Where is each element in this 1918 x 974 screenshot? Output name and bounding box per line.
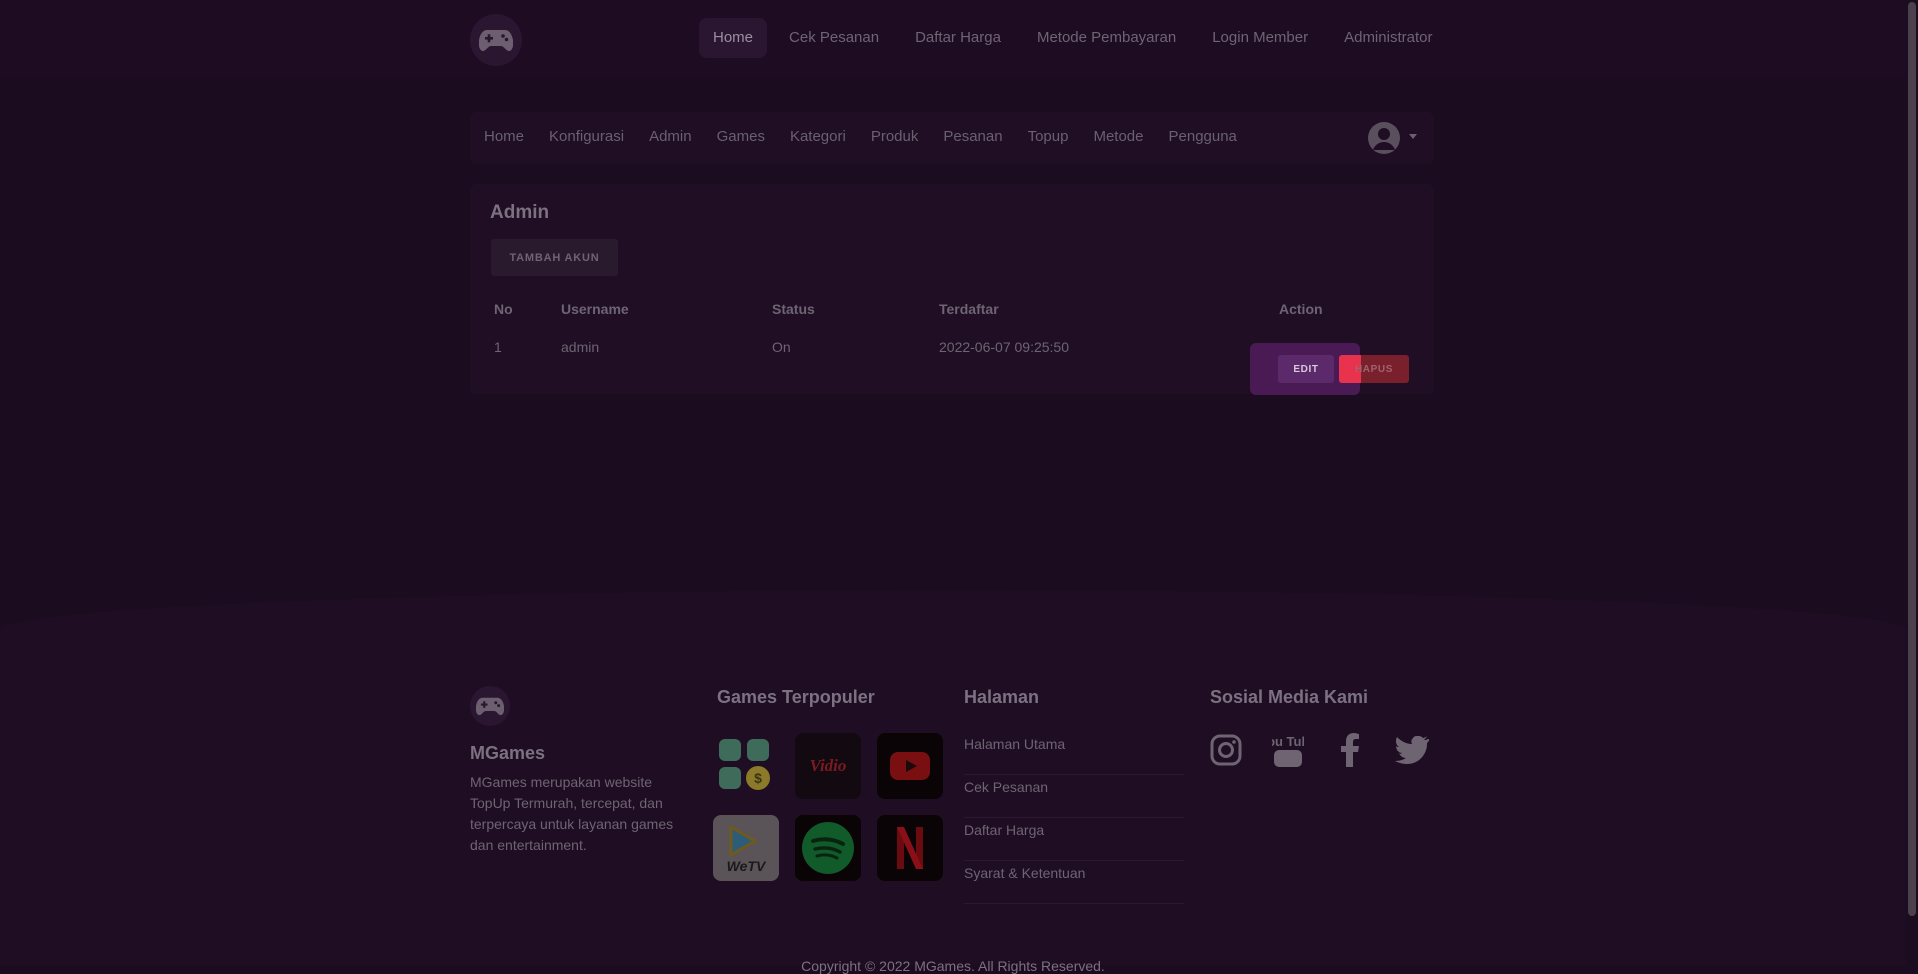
footer-description: MGames merupakan website TopUp Termurah,… — [470, 774, 674, 853]
cell-status: On — [772, 339, 791, 355]
scrollbar-thumb[interactable] — [1908, 2, 1916, 916]
footer-link-cek-pesanan[interactable]: Cek Pesanan — [964, 776, 1184, 818]
delete-button[interactable]: HAPUS — [1339, 355, 1409, 383]
subnav-pengguna[interactable]: Pengguna — [1169, 128, 1237, 145]
game-spotify[interactable] — [795, 815, 861, 881]
table-header-row: No Username Status Terdaftar Action — [490, 294, 1429, 324]
user-avatar[interactable] — [1368, 122, 1400, 154]
chevron-down-icon[interactable] — [1409, 134, 1417, 139]
youtube-icon — [890, 752, 930, 780]
footer-pages: Halaman Utama Cek Pesanan Daftar Harga S… — [964, 733, 1184, 905]
cell-no: 1 — [494, 339, 502, 355]
edit-button[interactable]: EDIT — [1278, 355, 1334, 383]
col-username: Username — [561, 301, 629, 317]
game-wetv[interactable]: WeTV — [713, 815, 779, 881]
subnav-topup[interactable]: Topup — [1028, 128, 1069, 145]
footer-link-daftar-harga[interactable]: Daftar Harga — [964, 819, 1184, 861]
game-apps-coin[interactable]: $ — [713, 733, 779, 799]
footer-brand: MGames — [470, 743, 546, 763]
social-heading: Sosial Media Kami — [1210, 687, 1369, 707]
subnav-games[interactable]: Games — [717, 128, 765, 145]
subnav-metode[interactable]: Metode — [1093, 128, 1143, 145]
footer — [0, 590, 1906, 965]
footer-link-halaman-utama[interactable]: Halaman Utama — [964, 733, 1184, 775]
cell-username: admin — [561, 339, 600, 355]
game-vidio[interactable]: Vidio — [795, 733, 861, 799]
add-account-button[interactable]: TAMBAH AKUN — [491, 239, 618, 276]
svg-text:$: $ — [754, 770, 762, 786]
facebook-icon — [1341, 733, 1359, 767]
nav-home[interactable]: Home — [699, 18, 768, 58]
nav-login-member[interactable]: Login Member — [1198, 18, 1322, 58]
popular-games: $ Vidio WeTV — [713, 733, 943, 881]
instagram-link[interactable] — [1209, 730, 1243, 770]
twitter-icon — [1395, 736, 1429, 764]
pages-heading: Halaman — [964, 687, 1040, 707]
apps-coin-icon: $ — [719, 739, 770, 790]
col-action: Action — [1279, 301, 1323, 317]
delete-button-label: HAPUS — [1354, 363, 1393, 375]
scrollbar[interactable] — [1906, 0, 1918, 965]
facebook-link[interactable] — [1333, 730, 1367, 770]
twitter-link[interactable] — [1395, 730, 1429, 770]
nav-daftar-harga[interactable]: Daftar Harga — [901, 18, 1015, 58]
youtube-link[interactable]: You Tube — [1271, 730, 1305, 770]
svg-text:WeTV: WeTV — [727, 858, 767, 874]
social-links: You Tube — [1209, 730, 1429, 770]
nav-metode-pembayaran[interactable]: Metode Pembayaran — [1023, 18, 1190, 58]
gamepad-icon — [476, 697, 504, 716]
cell-registered: 2022-06-07 09:25:50 — [939, 339, 1069, 355]
subnav-admin[interactable]: Admin — [649, 128, 692, 145]
game-netflix[interactable] — [877, 815, 943, 881]
top-navbar: Home Cek Pesanan Daftar Harga Metode Pem… — [0, 0, 1906, 78]
page-title: Admin — [490, 202, 550, 223]
nav-cek-pesanan[interactable]: Cek Pesanan — [775, 18, 893, 58]
subnav-produk[interactable]: Produk — [871, 128, 919, 145]
gamepad-icon — [479, 30, 513, 51]
col-status: Status — [772, 301, 815, 317]
subnav-konfigurasi[interactable]: Konfigurasi — [549, 128, 624, 145]
spotify-icon — [802, 822, 854, 874]
subnav-kategori[interactable]: Kategori — [790, 128, 846, 145]
nav-administrator[interactable]: Administrator — [1330, 18, 1446, 58]
games-heading: Games Terpopuler — [717, 687, 875, 707]
col-no: No — [494, 301, 513, 317]
game-youtube[interactable] — [877, 733, 943, 799]
youtube-icon: You Tube — [1272, 734, 1304, 767]
footer-logo[interactable] — [470, 686, 510, 726]
col-registered: Terdaftar — [939, 301, 999, 317]
subnav-home[interactable]: Home — [484, 128, 524, 145]
svg-text:You Tube: You Tube — [1272, 734, 1304, 749]
vidio-icon: Vidio — [809, 756, 847, 775]
logo[interactable] — [470, 14, 522, 66]
wetv-icon: WeTV — [727, 824, 767, 874]
user-icon — [1368, 122, 1400, 154]
footer-link-syarat-ketentuan[interactable]: Syarat & Ketentuan — [964, 862, 1184, 904]
subnav-pesanan[interactable]: Pesanan — [943, 128, 1002, 145]
copyright: Copyright © 2022 MGames. All Rights Rese… — [801, 958, 1105, 974]
netflix-icon — [897, 827, 923, 869]
admin-subnav: Home Konfigurasi Admin Games Kategori Pr… — [470, 112, 1434, 164]
instagram-icon — [1210, 734, 1242, 766]
